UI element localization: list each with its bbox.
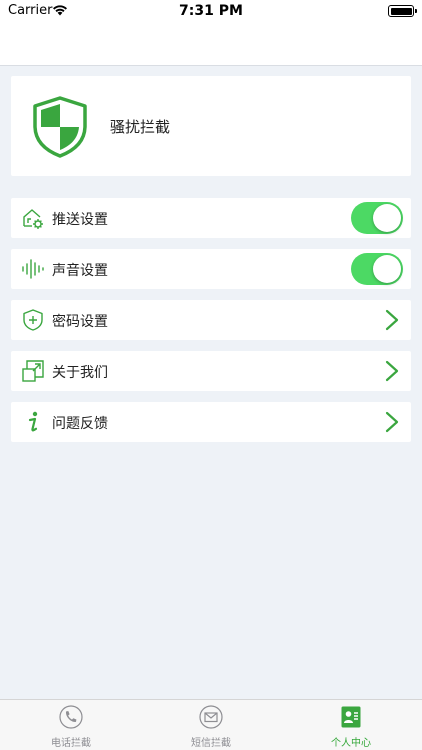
push-toggle[interactable]: [351, 202, 403, 234]
settings-row-password[interactable]: 密码设置: [11, 300, 411, 340]
settings-row-label: 密码设置: [52, 314, 108, 330]
tab-sms-block[interactable]: 短信拦截: [141, 700, 281, 750]
settings-row-label: 推送设置: [52, 212, 108, 228]
sound-toggle[interactable]: [351, 253, 403, 285]
shield-icon: [33, 96, 87, 158]
chevron-right-icon: [385, 360, 399, 382]
chevron-right-icon: [385, 309, 399, 331]
shield-plus-icon: [23, 309, 43, 331]
tab-label: 电话拦截: [51, 738, 91, 749]
chevron-right-icon: [385, 411, 399, 433]
push-notification-icon: [23, 209, 43, 229]
settings-row-label: 关于我们: [52, 365, 108, 381]
navigation-bar: Carrier 7:31 PM: [0, 0, 422, 66]
screen: Carrier 7:31 PM 骚扰拦截 推送设置 声音设置 密码设置 关于我们…: [0, 0, 422, 750]
tab-label: 个人中心: [331, 738, 371, 749]
tab-call-block[interactable]: 电话拦截: [1, 700, 141, 750]
sound-wave-icon: [22, 259, 44, 279]
toggle-knob: [373, 204, 401, 232]
settings-row-push[interactable]: 推送设置: [11, 198, 411, 238]
settings-row-feedback[interactable]: 问题反馈: [11, 402, 411, 442]
contact-card-icon: [341, 706, 361, 728]
phone-icon: [59, 705, 83, 729]
battery-icon: [388, 5, 417, 17]
status-bar: Carrier 7:31 PM: [0, 0, 422, 24]
settings-row-sound[interactable]: 声音设置: [11, 249, 411, 289]
settings-row-about[interactable]: 关于我们: [11, 351, 411, 391]
tab-bar: 电话拦截 短信拦截 个人中心: [0, 699, 422, 750]
settings-row-label: 声音设置: [52, 263, 108, 279]
tab-label: 短信拦截: [191, 738, 231, 749]
tab-personal-center[interactable]: 个人中心: [281, 700, 421, 750]
settings-row-label: 问题反馈: [52, 416, 108, 432]
expand-window-icon: [22, 360, 44, 382]
profile-header-card: 骚扰拦截: [11, 76, 411, 176]
app-title: 骚扰拦截: [110, 118, 171, 136]
toggle-knob: [373, 255, 401, 283]
info-icon: [28, 411, 38, 432]
status-time: 7:31 PM: [179, 3, 243, 19]
mail-icon: [199, 705, 223, 729]
